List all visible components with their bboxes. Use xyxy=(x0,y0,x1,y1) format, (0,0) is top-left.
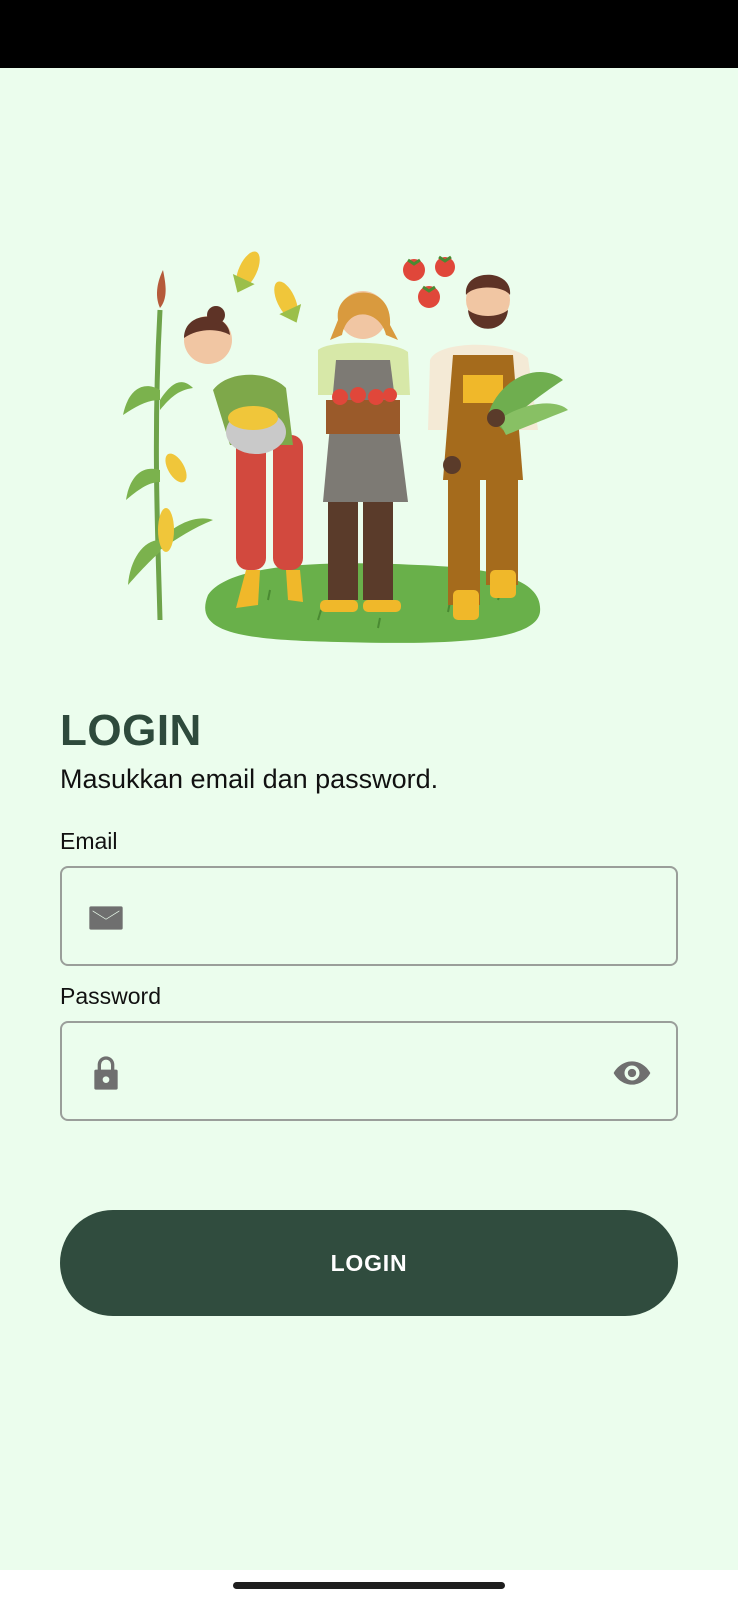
page-title: LOGIN xyxy=(60,706,202,755)
page-subtitle: Masukkan email dan password. xyxy=(60,764,439,794)
status-bar xyxy=(0,0,738,68)
lock-icon xyxy=(94,1056,118,1090)
home-indicator[interactable] xyxy=(233,1582,505,1589)
email-input[interactable] xyxy=(152,868,586,964)
email-icon xyxy=(89,906,123,930)
login-screen: LOGIN Masukkan email dan password. Email… xyxy=(0,0,738,1600)
eye-icon[interactable] xyxy=(610,1053,654,1093)
password-label: Password xyxy=(60,983,161,1009)
password-input[interactable] xyxy=(152,1023,586,1119)
email-field[interactable] xyxy=(60,866,678,966)
password-field[interactable] xyxy=(60,1021,678,1121)
email-label: Email xyxy=(60,828,118,854)
login-button[interactable]: LOGIN xyxy=(60,1210,678,1316)
farmers-illustration xyxy=(123,251,568,643)
